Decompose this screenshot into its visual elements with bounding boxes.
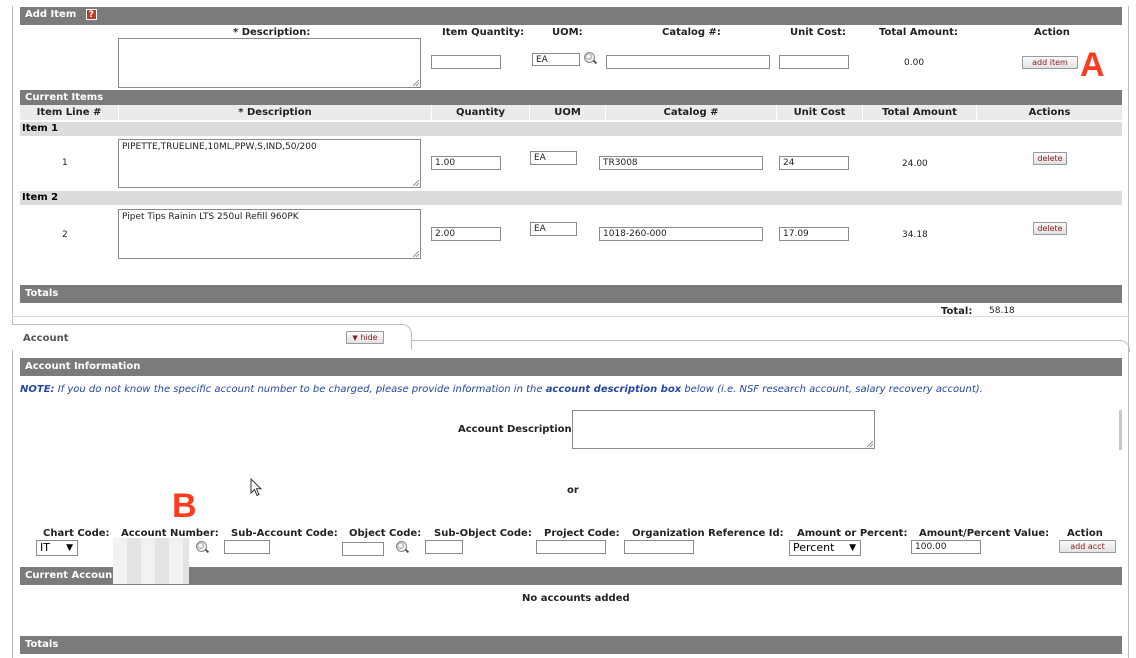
redacted-header-overlay [113, 567, 189, 584]
add-total-value: 0.00 [904, 58, 925, 68]
org-ref-header: Organization Reference Id: [632, 528, 784, 539]
item-2-line: 2 [62, 230, 68, 240]
item-1-description-input[interactable]: PIPETTE,TRUELINE,10ML,PPW,S,IND,50/200 [118, 139, 421, 188]
col-total: Total Amount [862, 105, 976, 120]
item-2-unit-cost-input[interactable]: 17.09 [779, 227, 849, 241]
col-description: * Description [118, 105, 431, 120]
no-accounts-message: No accounts added [522, 593, 630, 604]
or-label: or [567, 485, 579, 496]
add-total-header: Total Amount: [879, 27, 958, 38]
account-action-header: Action [1067, 528, 1103, 539]
amount-or-percent-header: Amount or Percent: [797, 528, 908, 539]
totals-header: Totals [20, 285, 1122, 303]
chart-code-value: IT [40, 541, 50, 554]
add-catalog-header: Catalog #: [662, 27, 721, 38]
note-suffix: below (i.e. NSF research account, salary… [681, 384, 983, 395]
item-1-uom-input[interactable]: EA [530, 151, 577, 165]
org-ref-input[interactable] [624, 540, 694, 554]
project-code-input[interactable] [536, 540, 606, 554]
sub-object-header: Sub-Object Code: [434, 528, 532, 539]
item-2-total: 34.18 [902, 230, 928, 240]
col-uom: UOM [529, 105, 605, 120]
add-catalog-input[interactable] [606, 55, 770, 69]
amount-type-value: Percent [793, 541, 835, 554]
sub-account-header: Sub-Account Code: [231, 528, 338, 539]
item-2-delete-button[interactable]: delete [1033, 222, 1067, 235]
hide-button[interactable]: ▼ hide [346, 331, 384, 344]
scrollbar-thumb[interactable] [1119, 410, 1122, 450]
note-bold: account description box [545, 384, 682, 395]
account-lookup-icon[interactable] [196, 541, 207, 552]
item-1-quantity-input[interactable]: 1.00 [431, 156, 501, 170]
object-code-input[interactable] [342, 542, 384, 556]
item-2-description-input[interactable]: Pipet Tips Rainin LTS 250ul Refill 960PK [118, 209, 421, 259]
annotation-marker-a: A [1080, 46, 1105, 84]
add-uom-input[interactable]: EA [532, 53, 580, 66]
col-catalog: Catalog # [605, 105, 776, 120]
item-2-catalog-input[interactable]: 1018-260-000 [599, 227, 763, 241]
tab-baseline [412, 340, 1122, 341]
account-description-label: Account Description: [458, 424, 576, 435]
item-1-delete-button[interactable]: delete [1033, 152, 1067, 165]
item-1-catalog-input[interactable]: TR3008 [599, 156, 763, 170]
col-actions: Actions [976, 105, 1122, 120]
add-item-title: Add Item [25, 9, 77, 20]
add-description-input[interactable] [118, 38, 421, 88]
add-unit-cost-header: Unit Cost: [790, 27, 846, 38]
amount-value-input[interactable]: 100.00 [911, 540, 981, 554]
chart-code-header: Chart Code: [43, 528, 110, 539]
add-description-header: * Description: [233, 27, 311, 38]
sub-account-input[interactable] [224, 540, 270, 554]
item-1-label: Item 1 [20, 122, 1122, 136]
item-2-quantity-input[interactable]: 2.00 [431, 227, 501, 241]
account-note: NOTE: If you do not know the specific ac… [20, 384, 983, 395]
account-info-header: Account Information [20, 358, 1122, 376]
dropdown-arrow-icon: ▼ [66, 543, 73, 553]
note-prefix: NOTE: [20, 384, 55, 395]
caret-down-icon: ▼ [352, 334, 358, 342]
sub-object-input[interactable] [425, 540, 463, 554]
add-uom-header: UOM: [552, 27, 583, 38]
current-items-column-row: Item Line # * Description Quantity UOM C… [20, 105, 1122, 120]
chart-code-select[interactable]: IT ▼ [36, 540, 78, 556]
account-description-input[interactable] [572, 410, 875, 449]
col-quantity: Quantity [431, 105, 529, 120]
totals-value: 58.18 [989, 306, 1015, 316]
item-2-uom-input[interactable]: EA [530, 222, 577, 236]
amount-value-header: Amount/Percent Value: [919, 528, 1050, 539]
account-totals-header: Totals [20, 636, 1122, 654]
uom-lookup-icon[interactable] [584, 52, 595, 63]
add-item-button[interactable]: add item [1022, 56, 1078, 69]
add-account-button[interactable]: add acct [1059, 540, 1116, 553]
amount-type-select[interactable]: Percent ▼ [789, 540, 861, 556]
current-items-header: Current Items [20, 90, 1122, 105]
hide-label: hide [360, 333, 378, 342]
item-1-total: 24.00 [902, 159, 928, 169]
add-unit-cost-input[interactable] [779, 55, 849, 69]
help-icon[interactable]: ? [85, 8, 97, 20]
add-item-header: Add Item ? [20, 7, 1122, 25]
item-1-line: 1 [62, 158, 68, 168]
mouse-cursor-icon [250, 478, 263, 497]
dropdown-arrow-icon: ▼ [849, 543, 856, 553]
item-1-unit-cost-input[interactable]: 24 [779, 156, 849, 170]
add-quantity-header: Item Quantity: [442, 27, 525, 38]
object-code-header: Object Code: [349, 528, 422, 539]
col-unit-cost: Unit Cost [776, 105, 862, 120]
note-text: If you do not know the specific account … [54, 384, 546, 395]
object-lookup-icon[interactable] [396, 541, 407, 552]
project-code-header: Project Code: [544, 528, 620, 539]
col-line: Item Line # [36, 107, 102, 118]
annotation-marker-b: B [172, 487, 197, 525]
add-action-header: Action [1034, 27, 1070, 38]
section-divider [12, 316, 1130, 317]
item-2-label: Item 2 [20, 191, 1122, 205]
add-quantity-input[interactable] [431, 55, 501, 69]
account-tab-title: Account [23, 333, 69, 344]
